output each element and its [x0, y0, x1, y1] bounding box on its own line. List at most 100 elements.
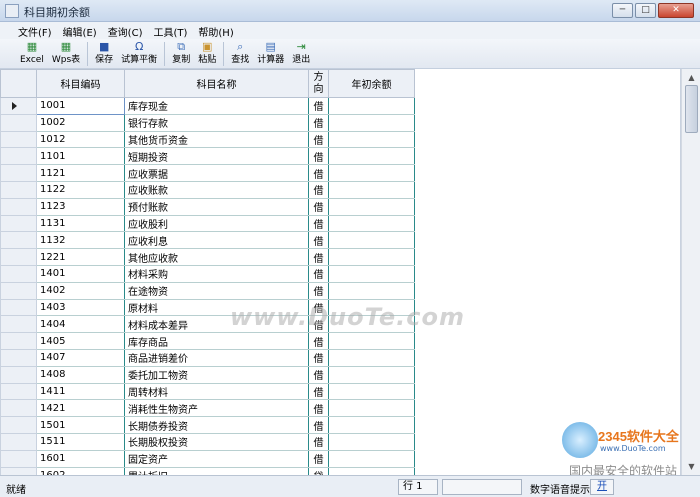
- table-row[interactable]: 1408 委托加工物资借: [0, 365, 415, 384]
- cell-code[interactable]: 1501: [36, 416, 125, 434]
- cell-name[interactable]: 应收利息: [124, 231, 309, 250]
- vertical-scrollbar[interactable]: ▲ ▼: [681, 69, 700, 475]
- menu-query[interactable]: 查询(C): [106, 22, 152, 39]
- table-row[interactable]: 1123 预付账款借: [0, 197, 415, 216]
- cell-opening-balance[interactable]: [328, 231, 415, 250]
- table-row[interactable]: 1101 短期投资借: [0, 147, 415, 166]
- cell-name[interactable]: 预付账款: [124, 198, 309, 216]
- cell-direction[interactable]: 借: [308, 416, 329, 434]
- toolbar-button-paste[interactable]: ▣ 粘贴: [194, 39, 220, 68]
- cell-direction[interactable]: 借: [308, 97, 329, 115]
- cell-opening-balance[interactable]: [328, 215, 415, 233]
- cell-code[interactable]: 1404: [36, 315, 125, 334]
- cell-code[interactable]: 1403: [36, 299, 125, 317]
- toolbar-button-find[interactable]: ⌕ 查找: [227, 39, 253, 68]
- cell-name[interactable]: 委托加工物资: [124, 366, 309, 384]
- cell-code[interactable]: 1001: [36, 97, 125, 115]
- row-header[interactable]: [0, 298, 37, 317]
- cell-opening-balance[interactable]: [328, 114, 415, 132]
- cell-code[interactable]: 1411: [36, 383, 125, 401]
- cell-direction[interactable]: 借: [308, 198, 329, 216]
- cell-name[interactable]: 应收票据: [124, 164, 309, 182]
- table-row[interactable]: 1131 应收股利借: [0, 214, 415, 233]
- toolbar-button-calculator[interactable]: ▤ 计算器: [253, 39, 288, 68]
- close-button[interactable]: ✕: [658, 3, 694, 18]
- cell-direction[interactable]: 借: [308, 231, 329, 250]
- row-header[interactable]: [0, 231, 37, 250]
- cell-code[interactable]: 1402: [36, 282, 125, 300]
- cell-opening-balance[interactable]: [328, 198, 415, 216]
- cell-direction[interactable]: 借: [308, 366, 329, 384]
- cell-name[interactable]: 应收股利: [124, 215, 309, 233]
- cell-code[interactable]: 1601: [36, 450, 125, 468]
- table-row[interactable]: 1602累计折旧贷: [0, 466, 415, 475]
- cell-opening-balance[interactable]: [328, 265, 415, 283]
- toolbar-button-save[interactable]: ■ 保存: [91, 39, 117, 68]
- cell-code[interactable]: 1401: [36, 265, 125, 283]
- table-row[interactable]: 1221 其他应收款借: [0, 248, 415, 266]
- row-header[interactable]: [0, 164, 37, 182]
- cell-direction[interactable]: 借: [308, 114, 329, 132]
- corner-header[interactable]: [0, 69, 37, 98]
- row-header[interactable]: [0, 180, 37, 199]
- cell-opening-balance[interactable]: [328, 349, 415, 367]
- cell-code[interactable]: 1405: [36, 332, 125, 350]
- cell-name[interactable]: 材料采购: [124, 265, 309, 283]
- row-header[interactable]: [0, 399, 37, 418]
- cell-name[interactable]: 银行存款: [124, 114, 309, 132]
- cell-direction[interactable]: 贷: [308, 467, 329, 475]
- voice-prompt-toggle[interactable]: 开: [590, 479, 614, 495]
- row-header[interactable]: [0, 248, 37, 266]
- cell-code[interactable]: 1121: [36, 164, 125, 182]
- cell-opening-balance[interactable]: [328, 467, 415, 475]
- scroll-thumb[interactable]: [685, 85, 698, 133]
- cell-code[interactable]: 1122: [36, 181, 125, 199]
- cell-direction[interactable]: 借: [308, 181, 329, 199]
- row-header[interactable]: [0, 466, 37, 475]
- cell-opening-balance[interactable]: [328, 383, 415, 401]
- table-row[interactable]: 1132 应收利息借: [0, 231, 415, 250]
- cell-name[interactable]: 库存商品: [124, 332, 309, 350]
- cell-direction[interactable]: 借: [308, 164, 329, 182]
- row-header[interactable]: [0, 348, 37, 367]
- cell-name[interactable]: 在途物资: [124, 282, 309, 300]
- row-header[interactable]: [0, 97, 37, 115]
- cell-code[interactable]: 1002: [36, 114, 125, 132]
- table-row[interactable]: 1407 商品进销差价借: [0, 348, 415, 367]
- cell-opening-balance[interactable]: [328, 450, 415, 468]
- table-row[interactable]: 1405 库存商品借: [0, 332, 415, 350]
- cell-code[interactable]: 1407: [36, 349, 125, 367]
- toolbar-button-exit[interactable]: ⇥ 退出: [288, 39, 314, 68]
- cell-name[interactable]: 长期股权投资: [124, 433, 309, 451]
- table-row[interactable]: 1402 在途物资借: [0, 281, 415, 300]
- maximize-button[interactable]: □: [635, 3, 656, 18]
- cell-code[interactable]: 1408: [36, 366, 125, 384]
- row-header[interactable]: [0, 147, 37, 166]
- cell-code[interactable]: 1123: [36, 198, 125, 216]
- table-row[interactable]: 1012 其他货币资金借: [0, 130, 415, 149]
- cell-opening-balance[interactable]: [328, 399, 415, 418]
- row-header[interactable]: [0, 365, 37, 384]
- table-row[interactable]: 1002 银行存款借: [0, 113, 415, 132]
- cell-opening-balance[interactable]: [328, 433, 415, 451]
- menu-help[interactable]: 帮助(H): [196, 22, 242, 39]
- cell-direction[interactable]: 借: [308, 131, 329, 149]
- cell-code[interactable]: 1602: [36, 467, 125, 475]
- cell-opening-balance[interactable]: [328, 366, 415, 384]
- cell-code[interactable]: 1421: [36, 399, 125, 418]
- table-row[interactable]: 1121 应收票据借: [0, 164, 415, 182]
- cell-direction[interactable]: 借: [308, 248, 329, 266]
- row-header[interactable]: [0, 214, 37, 233]
- table-row[interactable]: 1601 固定资产借: [0, 449, 415, 468]
- cell-direction[interactable]: 借: [308, 215, 329, 233]
- cell-name[interactable]: 长期债券投资: [124, 416, 309, 434]
- minimize-button[interactable]: ─: [612, 3, 633, 18]
- cell-code[interactable]: 1132: [36, 231, 125, 250]
- cell-opening-balance[interactable]: [328, 282, 415, 300]
- cell-direction[interactable]: 借: [308, 265, 329, 283]
- row-header[interactable]: [0, 197, 37, 216]
- table-row[interactable]: 1501 长期债券投资借: [0, 416, 415, 434]
- cell-code[interactable]: 1012: [36, 131, 125, 149]
- cell-code[interactable]: 1511: [36, 433, 125, 451]
- menu-edit[interactable]: 编辑(E): [61, 22, 106, 39]
